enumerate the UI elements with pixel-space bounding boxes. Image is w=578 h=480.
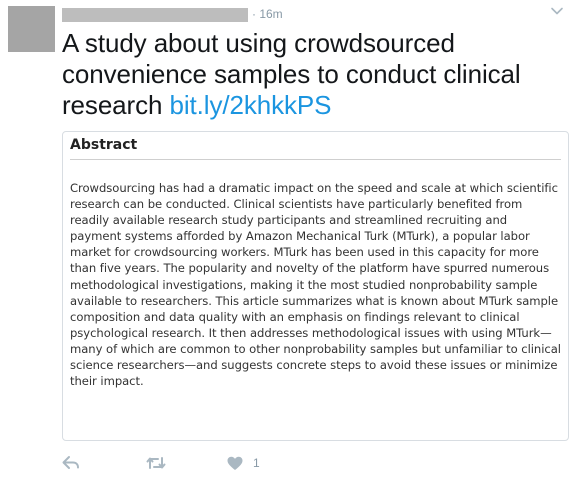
card-divider [70, 159, 561, 160]
like-count: 1 [253, 456, 260, 470]
heart-icon [227, 456, 243, 471]
card-body: Crowdsourcing has had a dramatic impact … [70, 181, 561, 389]
tweet-link[interactable]: bit.ly/2khkkPS [169, 90, 331, 120]
reply-button[interactable] [62, 452, 80, 474]
retweet-button[interactable] [146, 452, 166, 474]
like-button[interactable]: 1 [227, 452, 260, 474]
tweet-text: A study about using crowdsourced conveni… [62, 28, 562, 121]
card-heading: Abstract [70, 137, 138, 153]
tweet-timestamp[interactable]: · 16m [252, 7, 283, 21]
retweet-icon [146, 455, 166, 471]
tweet: · 16m A study about using crowdsourced c… [0, 0, 578, 480]
tweet-actions: 1 [62, 452, 462, 474]
abstract-card[interactable]: Abstract Crowdsourcing has had a dramati… [62, 131, 569, 441]
chevron-down-icon[interactable] [550, 4, 564, 18]
reply-icon [62, 455, 80, 471]
avatar[interactable] [8, 6, 55, 52]
author-name-redacted[interactable] [62, 8, 248, 22]
